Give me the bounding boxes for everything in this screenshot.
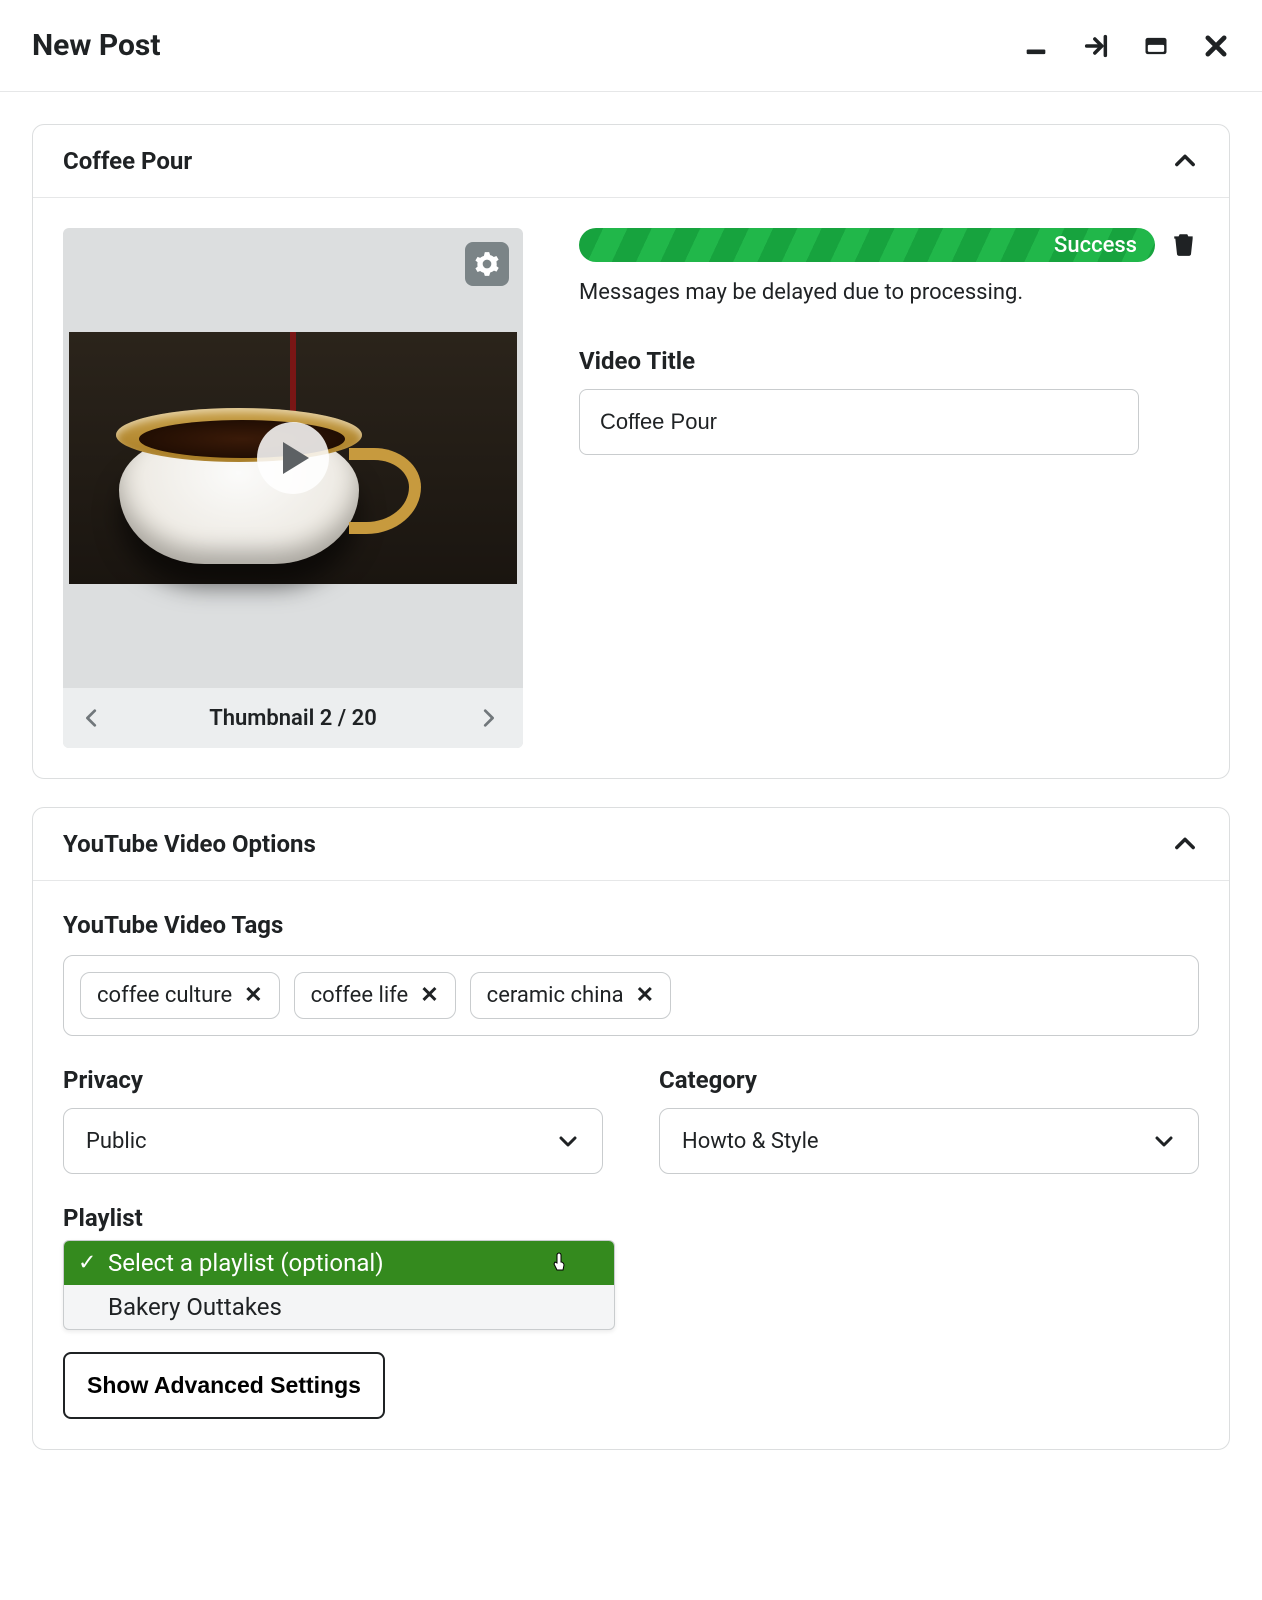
upload-progress-label: Success [1054,233,1137,258]
youtube-options-panel: YouTube Video Options YouTube Video Tags… [32,807,1230,1450]
privacy-label: Privacy [63,1066,603,1094]
tag-label: ceramic china [487,983,624,1008]
playlist-option-label: Bakery Outtakes [108,1293,282,1321]
thumbnail-counter: Thumbnail 2 / 20 [209,706,377,731]
gear-icon[interactable] [465,242,509,286]
tag-chip: coffee life ✕ [294,972,456,1019]
play-icon[interactable] [257,422,329,494]
playlist-label: Playlist [63,1204,631,1232]
chevron-up-icon[interactable] [1171,147,1199,175]
upload-panel: Coffee Pour [32,124,1230,779]
dock-icon[interactable] [1082,32,1110,60]
chevron-up-icon[interactable] [1171,830,1199,858]
window-title: New Post [32,28,161,63]
options-panel-title: YouTube Video Options [63,830,316,858]
show-advanced-settings-button[interactable]: Show Advanced Settings [63,1352,385,1419]
category-value: Howto & Style [682,1129,819,1154]
tag-chip: ceramic china ✕ [470,972,671,1019]
chevron-left-icon[interactable] [81,707,109,729]
playlist-option-label: Select a playlist (optional) [108,1249,384,1277]
video-title-input[interactable] [579,389,1139,455]
trash-icon[interactable] [1171,231,1199,259]
playlist-option-selected[interactable]: Select a playlist (optional) [64,1241,614,1285]
tags-input[interactable]: coffee culture ✕ coffee life ✕ ceramic c… [63,955,1199,1036]
video-title-label: Video Title [579,347,1199,375]
tag-chip: coffee culture ✕ [80,972,280,1019]
tag-label: coffee culture [97,983,232,1008]
tags-label: YouTube Video Tags [63,911,1199,939]
x-icon[interactable]: ✕ [244,983,262,1008]
pointer-cursor-icon [548,1251,572,1275]
chevron-down-icon [1152,1129,1176,1153]
tag-label: coffee life [311,983,409,1008]
chevron-right-icon[interactable] [477,707,505,729]
thumbnail-card: Thumbnail 2 / 20 [63,228,523,748]
chevron-down-icon [556,1129,580,1153]
close-icon[interactable] [1202,32,1230,60]
maximize-icon[interactable] [1142,32,1170,60]
minimize-icon[interactable] [1022,32,1050,60]
playlist-dropdown[interactable]: Select a playlist (optional) Bakery Outt… [63,1240,615,1330]
playlist-option[interactable]: Bakery Outtakes [64,1285,614,1329]
category-label: Category [659,1066,1199,1094]
x-icon[interactable]: ✕ [636,983,654,1008]
category-select[interactable]: Howto & Style [659,1108,1199,1174]
processing-hint: Messages may be delayed due to processin… [579,280,1199,305]
privacy-value: Public [86,1129,147,1154]
x-icon[interactable]: ✕ [420,983,438,1008]
upload-panel-title: Coffee Pour [63,147,192,175]
privacy-select[interactable]: Public [63,1108,603,1174]
window-controls [1022,32,1230,60]
upload-progress: Success [579,228,1155,262]
video-thumbnail[interactable] [69,332,517,584]
